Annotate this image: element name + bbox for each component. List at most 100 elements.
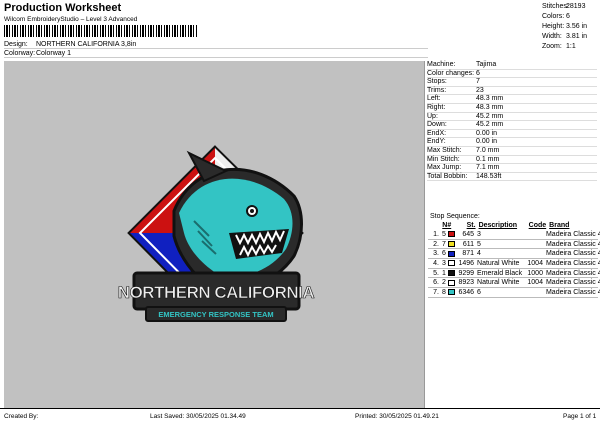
thread-code: 1000 [527,269,543,277]
page-number: Page 1 of 1 [563,413,597,420]
thread-code [525,240,543,249]
color-swatch [448,230,457,239]
design-row: Design: NORTHERN CALIFORNIA 3,8in [4,40,428,49]
color-swatch-box [448,260,456,267]
param-row: Left: 48.3 mm [427,95,597,104]
param-value: 48.3 mm [476,95,504,103]
table-header: N# St. Description Code Brand [428,221,598,230]
shark-logo-artwork: NORTHERN CALIFORNIA EMERGENCY RESPONSE T… [118,145,315,322]
thread-brand: Madeira Classic 40 [545,231,600,238]
param-row: Max Jump: 7.1 mm [427,164,597,173]
barcode [4,25,197,37]
stat-value: 3.56 in [566,23,588,30]
design-label: Design: [4,41,28,48]
created-by: Created By: [4,413,39,420]
color-swatch [448,278,457,287]
stat-label: Colors: [542,13,565,20]
param-row: Min Stitch: 0.1 mm [427,156,597,165]
param-value: 7 [476,78,480,86]
stitch-count: 1496 [458,260,475,268]
color-swatch-box [448,231,456,238]
param-row: Right: 48.3 mm [427,104,597,113]
printed-date: Printed: 30/05/2025 01.49.21 [355,413,439,420]
thread-code [525,230,543,239]
machine-params: Machine: Tajima Color changes: 6 Stops: 7 T… [427,61,597,182]
design-info: Design: NORTHERN CALIFORNIA 3,8in Colorw… [4,40,428,58]
stop-sequence-table: N# St. Description Code Brand 1. 5 645 3 Mad… [428,221,600,298]
thread-brand: Madeira Classic 40 [545,269,600,277]
color-swatch-box [448,279,456,286]
stat-row: Stitches: 28193 [542,2,598,12]
thread-description: Natural White [477,260,520,268]
param-label: Trims: [427,86,447,94]
header-brand: Brand [549,222,570,229]
param-label: Max Jump: [427,164,462,172]
stitch-count: 611 [462,240,475,248]
needle-number: 8 [441,289,446,297]
stat-row: Height: 3.56 in [542,22,598,32]
stop-sequence-title: Stop Sequence: [430,213,480,220]
footer: Created By: Last Saved: 30/05/2025 01.34… [0,408,600,424]
thread-code [525,288,543,297]
table-row: 1. 5 645 3 Madeira Classic 40 [428,230,600,240]
thread-brand: Madeira Classic 40 [545,250,600,258]
stat-row: Colors: 6 [542,12,598,22]
table-row: 5. 1 9299 Emerald Black 1000 Madeira Classic … [428,269,600,279]
stitch-count: 645 [462,231,475,238]
stitch-count: 8923 [458,279,475,287]
needle-number: 6 [441,250,446,258]
colorway-row: Colorway: Colorway 1 [4,49,428,58]
table-row: 7. 8 6346 6 Madeira Classic 40 [428,288,600,298]
param-value: 45.2 mm [476,112,504,120]
stop-number: 3. [433,250,439,258]
title-banner: NORTHERN CALIFORNIA EMERGENCY RESPONSE T… [118,271,315,322]
thread-brand: Madeira Classic 40 [545,240,600,248]
table-body: 1. 5 645 3 Madeira Classic 40 2. 7 611 5 Madeira … [428,230,600,298]
param-row: Trims: 23 [427,87,597,96]
stitch-count: 6346 [458,289,475,297]
stats-panel: Stitches: 28193 Colors: 6 Height: 3.56 in W… [542,2,598,52]
table-row: 2. 7 611 5 Madeira Classic 40 [428,240,600,250]
param-label: EndX: [427,129,447,137]
param-row: Down: 45.2 mm [427,121,597,130]
stitch-count: 9299 [458,269,475,277]
stat-row: Width: 3.81 in [542,32,598,42]
production-worksheet: Production Worksheet Wilcom EmbroiderySt… [0,0,600,424]
color-swatch-box [448,270,456,277]
param-value: 6 [476,69,480,77]
header-code: Code [528,222,547,229]
thread-brand: Madeira Classic 40 [545,289,600,297]
param-row: Machine: Tajima [427,61,597,70]
needle-number: 7 [441,240,446,248]
stat-row: Zoom: 1:1 [542,42,598,52]
color-swatch-box [448,250,456,257]
param-value: 0.1 mm [476,155,500,163]
thread-description: Natural White [477,279,520,287]
param-row: Stops: 7 [427,78,597,87]
colorway-value: Colorway 1 [36,50,72,57]
param-value: Tajima [476,61,497,68]
thread-description: 5 [477,240,481,248]
param-label: Min Stitch: [427,155,460,163]
param-row: Color changes: 6 [427,70,597,79]
stat-value: 28193 [566,3,586,10]
stat-value: 1:1 [566,43,576,50]
thread-brand: Madeira Classic 40 [545,279,600,287]
param-row: Max Stitch: 7.0 mm [427,147,597,156]
thread-code: 1004 [527,260,543,268]
param-label: Right: [427,103,446,111]
color-swatch [448,288,457,297]
stop-number: 1. [433,231,439,238]
stop-number: 4. [433,260,439,268]
param-row: Total Bobbin: 148.53ft [427,173,597,182]
param-label: Down: [427,121,447,129]
param-label: Max Stitch: [427,146,462,154]
stitch-count: 871 [462,250,475,258]
design-value: NORTHERN CALIFORNIA 3,8in [36,41,137,48]
table-row: 6. 2 8923 Natural White 1004 Madeira Classic … [428,278,600,289]
param-label: Up: [427,112,438,120]
header-st: St. [466,222,476,229]
param-label: Machine: [427,61,456,68]
stat-label: Stitches: [542,3,569,10]
stat-value: 3.81 in [566,33,588,40]
